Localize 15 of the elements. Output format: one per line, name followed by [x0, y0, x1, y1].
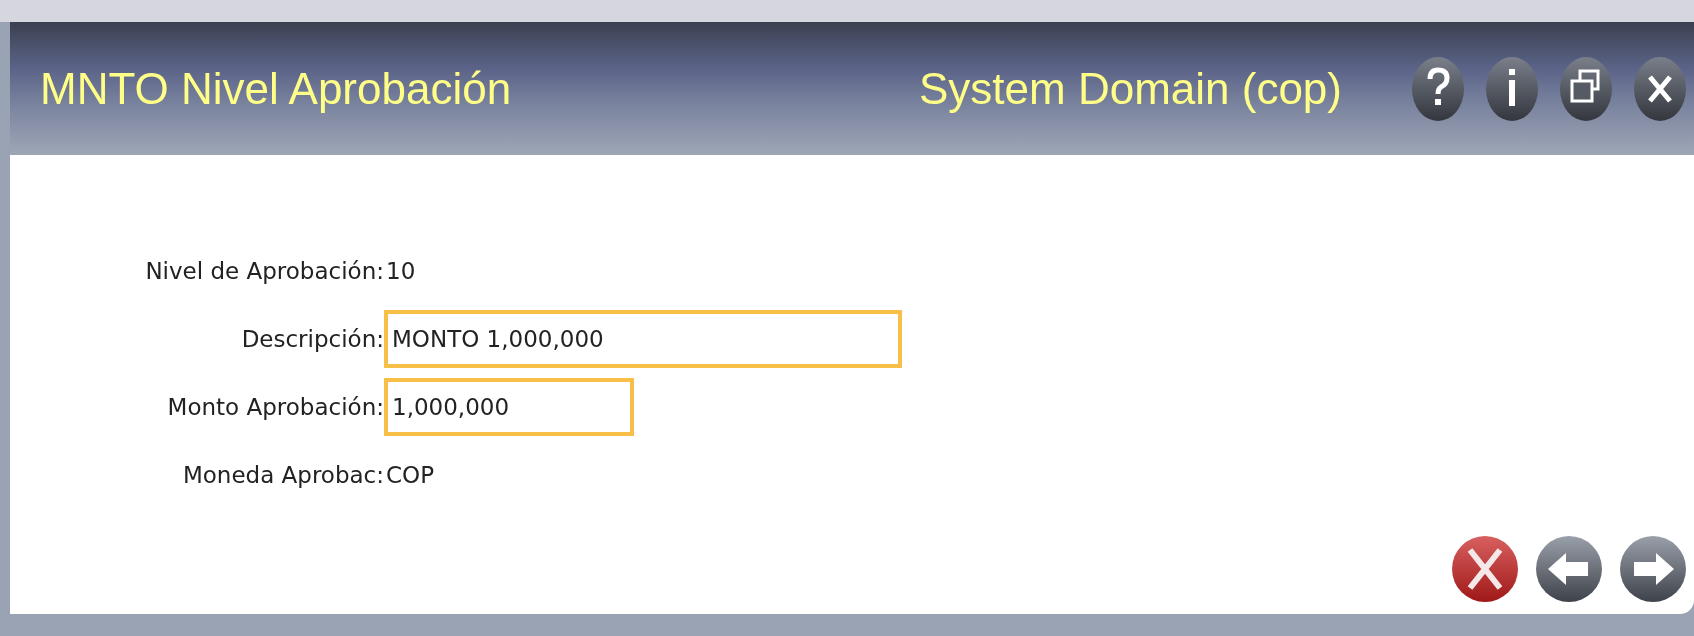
restore-icon[interactable] — [1560, 56, 1612, 121]
field-label: Moneda Aprobac: — [182, 462, 384, 488]
field-value: COP — [385, 462, 436, 488]
window-title: MNTO Nivel Aprobación — [40, 63, 512, 114]
domain-label: System Domain (cop) — [919, 63, 1342, 114]
field-label: Nivel de Aprobación: — [145, 258, 384, 284]
cancel-icon[interactable] — [1452, 536, 1518, 602]
close-icon[interactable] — [1634, 56, 1686, 121]
info-icon[interactable] — [1486, 56, 1538, 121]
help-icon[interactable] — [1412, 56, 1464, 121]
field-label: Descripción: — [241, 326, 384, 352]
field-label: Monto Aprobación: — [167, 394, 384, 420]
field-value: 10 — [385, 258, 417, 284]
input-field[interactable]: 1,000,000 — [384, 378, 634, 436]
input-field[interactable]: MONTO 1,000,000 — [384, 310, 902, 368]
